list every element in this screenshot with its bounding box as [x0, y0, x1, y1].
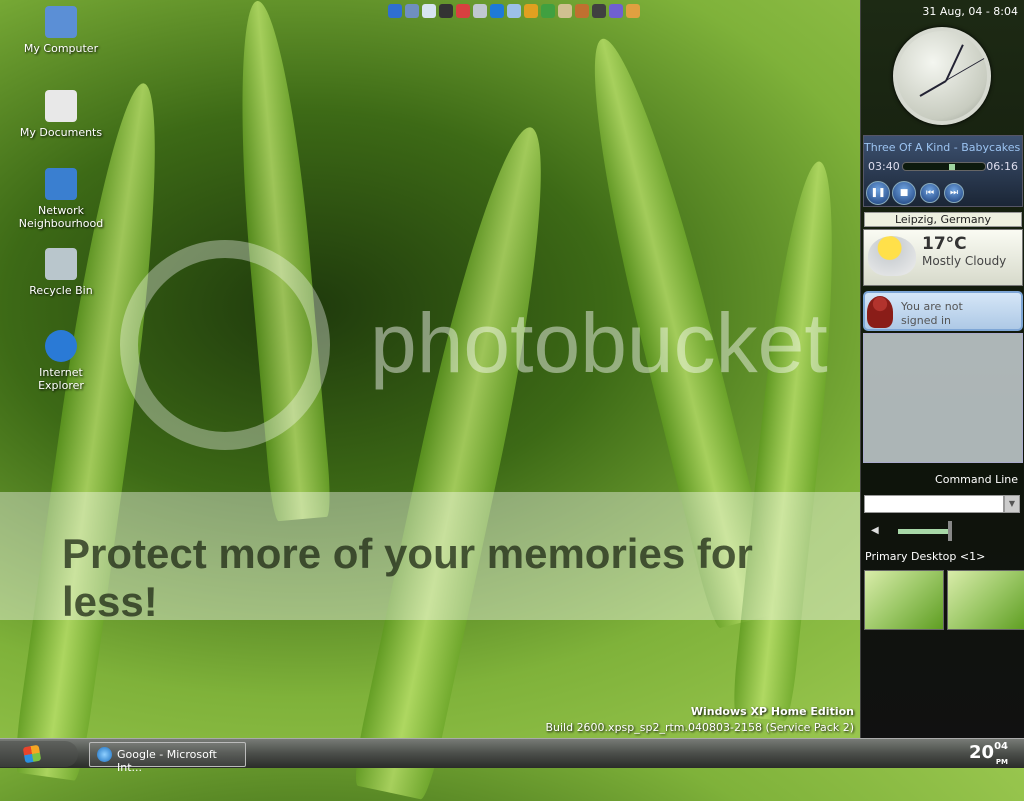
volume-slider-thumb[interactable]: [947, 521, 952, 541]
sidebar: 31 Aug, 04 - 8:04 Three Of A Kind - Baby…: [860, 0, 1024, 738]
weather-condition: Mostly Cloudy: [922, 254, 1007, 268]
virtual-desktop-1[interactable]: [864, 570, 944, 630]
command-line-input[interactable]: [864, 495, 1004, 513]
desktop-icon-recycle-bin[interactable]: Recycle Bin: [16, 248, 106, 297]
hour-hand: [919, 80, 947, 97]
weather-widget: 17°C Mostly Cloudy: [863, 229, 1023, 286]
os-build: Build 2600.xpsp_sp2_rtm.040803-2158 (Ser…: [545, 721, 854, 734]
watermark-banner: Protect more of your memories for less!: [0, 492, 860, 625]
computer-icon: [45, 6, 77, 38]
os-version-info: Windows XP Home Edition Build 2600.xpsp_s…: [545, 704, 854, 736]
desktop-icon-network[interactable]: Network Neighbourhood: [16, 168, 106, 230]
taskbar-clock[interactable]: 2004 PM: [969, 741, 1008, 766]
watermark-logo: [120, 240, 330, 450]
messenger-buddy-icon: [867, 296, 893, 328]
cf-icon[interactable]: [541, 4, 555, 18]
drive-icon[interactable]: [609, 4, 623, 18]
elapsed-time: 03:40: [868, 160, 900, 173]
taskbar: Google - Microsoft Int... 2004 PM: [0, 738, 1024, 774]
total-time: 06:16: [986, 160, 1018, 173]
desktop-icon-internet-explorer[interactable]: Internet Explorer: [16, 330, 106, 392]
clock-minute: 04: [994, 741, 1008, 752]
chevron-down-icon[interactable]: ▼: [1004, 495, 1020, 513]
weather-temperature: 17°C: [922, 234, 967, 254]
partly-cloudy-icon: [868, 236, 916, 276]
start-button[interactable]: [0, 741, 78, 767]
documents-icon: [45, 90, 77, 122]
ie-icon: [45, 330, 77, 362]
messenger-status: You are not signed in: [901, 300, 963, 327]
ie-icon: [97, 747, 112, 762]
analog-clock: [893, 27, 991, 125]
clock-ampm: PM: [995, 758, 1008, 766]
messenger-contacts-panel: [863, 333, 1023, 463]
photobucket-watermark: photobucket: [120, 240, 860, 450]
clock-hour: 20: [969, 742, 995, 763]
volume-slider-fill[interactable]: [898, 529, 948, 534]
speaker-icon: ◀: [871, 525, 879, 536]
safari-icon[interactable]: [558, 4, 572, 18]
calendar-icon[interactable]: [456, 4, 470, 18]
command-line-label: Command Line: [935, 473, 1018, 486]
windows-icon[interactable]: [422, 4, 436, 18]
desktop-icon-my-documents[interactable]: My Documents: [16, 90, 106, 139]
install-icon[interactable]: [575, 4, 589, 18]
terminal-icon[interactable]: [439, 4, 453, 18]
media-player-icon[interactable]: [524, 4, 538, 18]
watermark-text: photobucket: [370, 296, 828, 390]
seek-bar[interactable]: [902, 162, 986, 171]
clock-icon[interactable]: [473, 4, 487, 18]
tools-icon[interactable]: [592, 4, 606, 18]
weather-location[interactable]: Leipzig, Germany: [864, 212, 1022, 227]
media-player: Three Of A Kind - Babycakes (2-S 03:40 0…: [863, 135, 1023, 207]
taskbar-item-internet-explorer[interactable]: Google - Microsoft Int...: [89, 742, 246, 774]
stop-button[interactable]: ■: [892, 181, 916, 205]
quick-launch-bar: [388, 4, 640, 18]
desktop-icon-my-computer[interactable]: My Computer: [16, 6, 106, 55]
next-button[interactable]: ⏭: [944, 183, 964, 203]
virtual-desktop-2[interactable]: [947, 570, 1024, 630]
pause-button[interactable]: ❚❚: [866, 181, 890, 205]
sidebar-date: 31 Aug, 04 - 8:04: [922, 5, 1018, 18]
key-icon[interactable]: [626, 4, 640, 18]
diamond-icon[interactable]: [405, 4, 419, 18]
network-icon[interactable]: [388, 4, 402, 18]
network-icon: [45, 168, 77, 200]
taskbar-item-label: Google - Microsoft Int...: [117, 748, 217, 774]
virtual-desktops-label: Primary Desktop <1>: [865, 550, 986, 563]
windows-logo-icon: [22, 744, 42, 764]
mail-icon[interactable]: [507, 4, 521, 18]
recycle-bin-icon: [45, 248, 77, 280]
ie-icon[interactable]: [490, 4, 504, 18]
messenger-widget[interactable]: You are not signed in: [863, 291, 1023, 331]
seek-thumb[interactable]: [949, 164, 956, 170]
os-name: Windows XP Home Edition: [690, 705, 854, 718]
previous-button[interactable]: ⏮: [920, 183, 940, 203]
now-playing-track: Three Of A Kind - Babycakes (2-S: [864, 141, 1022, 154]
